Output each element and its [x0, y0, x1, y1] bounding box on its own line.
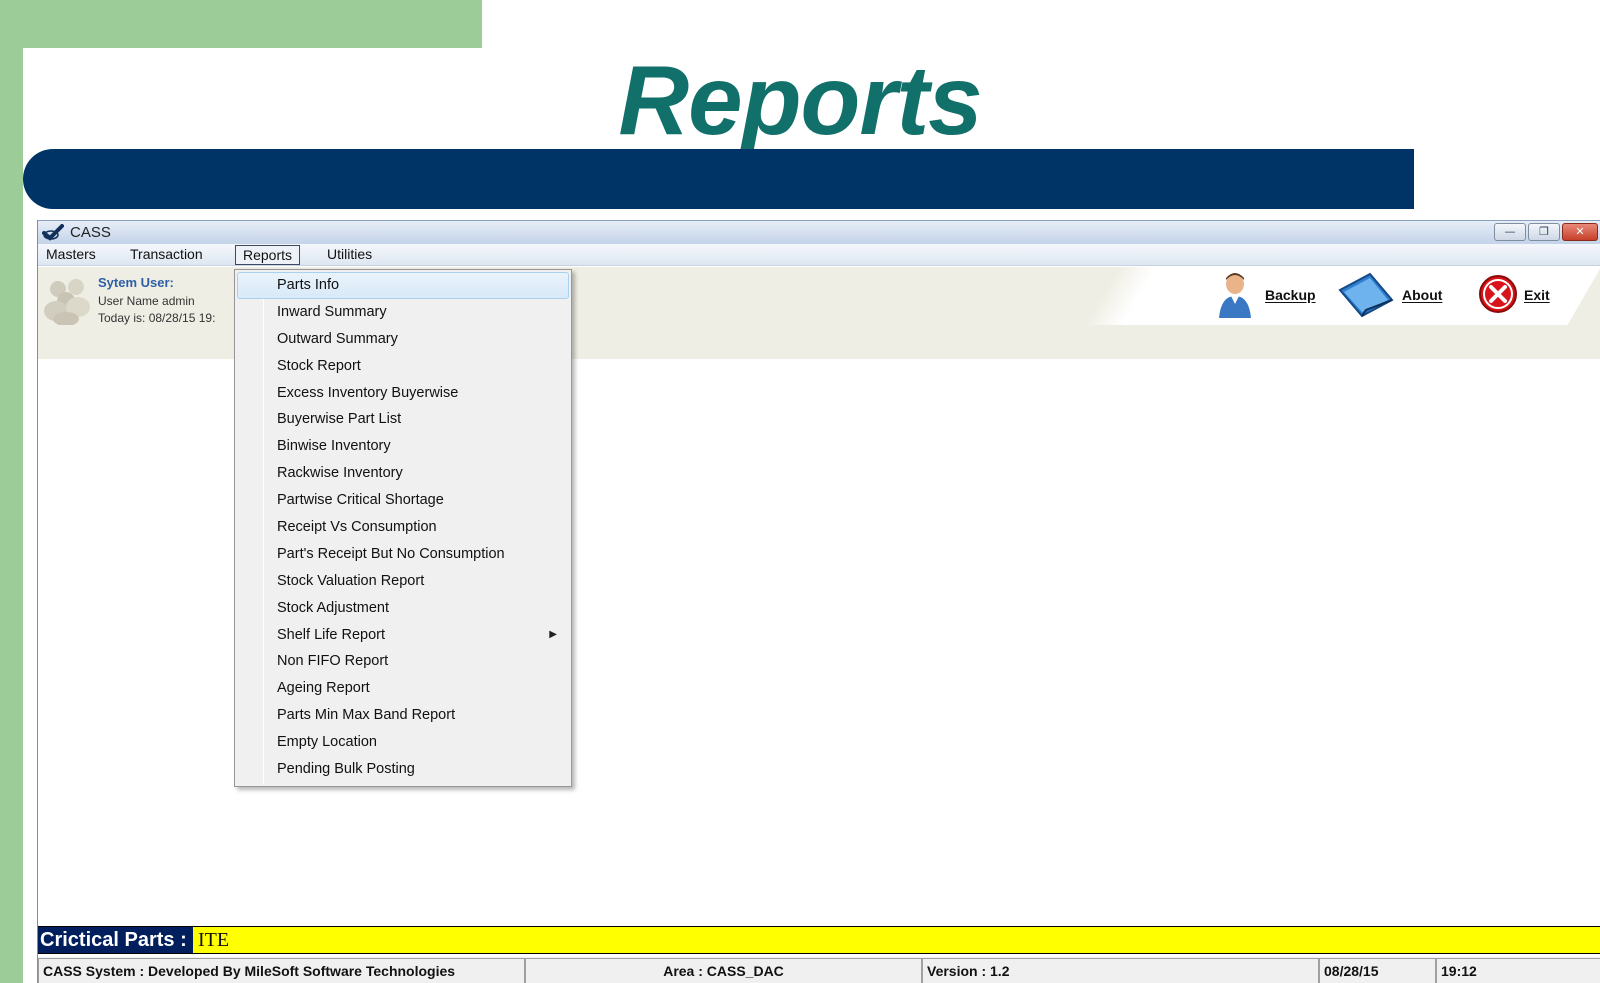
- exit-icon: [1478, 274, 1518, 317]
- user-date: Today is: 08/28/15 19:: [98, 311, 216, 325]
- backup-label: Backup: [1265, 287, 1316, 303]
- restore-button[interactable]: ❐: [1528, 223, 1560, 241]
- menu-item-parts-receipt-no-consumption[interactable]: Part's Receipt But No Consumption: [237, 541, 569, 568]
- exit-button[interactable]: Exit: [1478, 271, 1550, 319]
- about-button[interactable]: About: [1336, 271, 1442, 319]
- menu-item-stock-report[interactable]: Stock Report: [237, 353, 569, 380]
- menu-item-non-fifo-report[interactable]: Non FIFO Report: [237, 648, 569, 675]
- menu-item-parts-min-max-band-report[interactable]: Parts Min Max Band Report: [237, 702, 569, 729]
- app-logo-icon: [42, 223, 64, 241]
- slide-decoration-top: [0, 0, 482, 48]
- window-title: CASS: [70, 224, 111, 241]
- reports-dropdown: Parts Info Inward Summary Outward Summar…: [234, 269, 572, 787]
- menu-item-shelf-life-report[interactable]: Shelf Life Report ▶: [237, 622, 569, 649]
- menu-item-parts-info[interactable]: Parts Info: [237, 272, 569, 299]
- menu-utilities[interactable]: Utilities: [320, 245, 379, 265]
- minimize-button[interactable]: —: [1494, 223, 1526, 241]
- book-about-icon: [1336, 270, 1396, 321]
- menu-item-stock-valuation-report[interactable]: Stock Valuation Report: [237, 568, 569, 595]
- menu-item-excess-inventory-buyerwise[interactable]: Excess Inventory Buyerwise: [237, 380, 569, 407]
- menu-item-buyerwise-part-list[interactable]: Buyerwise Part List: [237, 406, 569, 433]
- menu-item-ageing-report[interactable]: Ageing Report: [237, 675, 569, 702]
- status-date: 08/28/15: [1319, 958, 1436, 983]
- slide: Reports CASS — ❐ ✕ Masters Transaction R…: [0, 0, 1600, 983]
- menu-item-pending-bulk-posting[interactable]: Pending Bulk Posting: [237, 756, 569, 783]
- menu-item-shelf-life-label: Shelf Life Report: [277, 626, 386, 643]
- submenu-arrow-icon: ▶: [549, 628, 557, 640]
- user-group-icon: [42, 275, 94, 326]
- backup-button[interactable]: Backup: [1215, 271, 1316, 319]
- menu-item-receipt-vs-consumption[interactable]: Receipt Vs Consumption: [237, 514, 569, 541]
- title-bar[interactable]: CASS — ❐ ✕: [38, 220, 1600, 244]
- status-time: 19:12: [1436, 958, 1600, 983]
- critical-parts-bar: Crictical Parts : ITE: [38, 926, 1600, 954]
- menu-item-binwise-inventory[interactable]: Binwise Inventory: [237, 433, 569, 460]
- user-name: User Name admin: [98, 294, 195, 308]
- status-developer: CASS System : Developed By MileSoft Soft…: [38, 958, 525, 983]
- status-area: Area : CASS_DAC: [525, 958, 922, 983]
- about-label: About: [1402, 287, 1443, 303]
- menu-item-rackwise-inventory[interactable]: Rackwise Inventory: [237, 460, 569, 487]
- window-controls: — ❐ ✕: [1494, 223, 1598, 241]
- user-backup-icon: [1215, 270, 1259, 321]
- menu-bar: Masters Transaction Reports Utilities: [38, 244, 1600, 266]
- exit-label: Exit: [1524, 287, 1550, 303]
- menu-reports[interactable]: Reports: [235, 245, 301, 265]
- critical-parts-value: ITE: [198, 929, 230, 951]
- slide-title: Reports: [618, 45, 982, 155]
- critical-parts-label: Crictical Parts :: [38, 927, 193, 953]
- user-heading: Sytem User:: [98, 275, 174, 290]
- menu-item-inward-summary[interactable]: Inward Summary: [237, 299, 569, 326]
- menu-masters[interactable]: Masters: [39, 245, 103, 265]
- menu-item-empty-location[interactable]: Empty Location: [237, 729, 569, 756]
- close-button[interactable]: ✕: [1562, 223, 1598, 241]
- menu-item-stock-adjustment[interactable]: Stock Adjustment: [237, 595, 569, 622]
- status-bar: CASS System : Developed By MileSoft Soft…: [38, 957, 1600, 983]
- title-band: [23, 149, 1414, 209]
- status-version: Version : 1.2: [922, 958, 1319, 983]
- menu-item-partwise-critical-shortage[interactable]: Partwise Critical Shortage: [237, 487, 569, 514]
- menu-transaction[interactable]: Transaction: [123, 245, 210, 265]
- menu-item-outward-summary[interactable]: Outward Summary: [237, 326, 569, 353]
